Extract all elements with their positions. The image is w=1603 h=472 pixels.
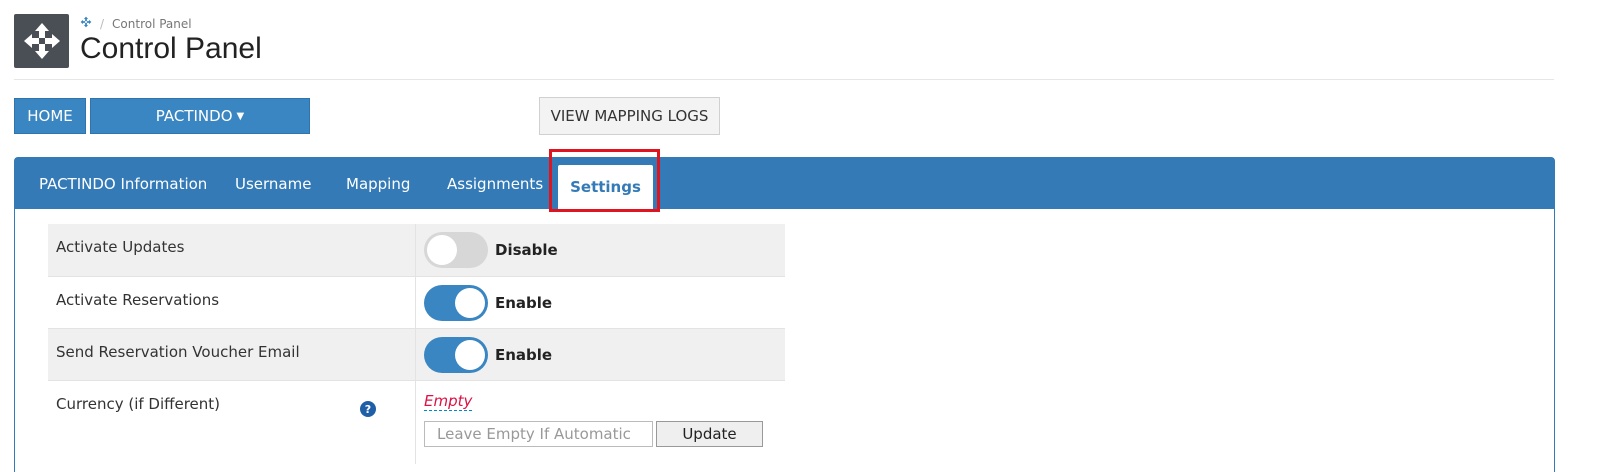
tab-pactindo-information[interactable]: PACTINDO Information: [39, 158, 207, 209]
move-arrows-icon[interactable]: [80, 16, 92, 31]
table-row: Currency (if Different) ? Empty Update: [48, 380, 785, 464]
breadcrumb-separator: /: [100, 16, 105, 31]
toggle-state-label: Enable: [495, 346, 553, 364]
setting-value: Empty Update: [416, 381, 785, 464]
breadcrumb: / Control Panel: [80, 16, 192, 31]
tab-username[interactable]: Username: [235, 158, 311, 209]
setting-label: Currency (if Different) ?: [48, 381, 416, 464]
pactindo-label: PACTINDO: [155, 107, 233, 125]
send-voucher-email-toggle[interactable]: [424, 337, 488, 373]
table-row: Activate Reservations Enable: [48, 276, 785, 328]
table-row: Activate Updates Disable: [48, 224, 785, 276]
settings-table: Activate Updates Disable Activate Reserv…: [48, 224, 785, 464]
pactindo-dropdown-button[interactable]: PACTINDO ▼: [90, 98, 310, 134]
tab-mapping[interactable]: Mapping: [346, 158, 410, 209]
currency-label: Currency (if Different): [56, 395, 221, 413]
currency-input[interactable]: [424, 421, 653, 447]
setting-label: Activate Reservations: [48, 277, 416, 328]
home-button[interactable]: HOME: [14, 98, 86, 134]
setting-value: Enable: [416, 329, 785, 380]
help-icon[interactable]: ?: [360, 401, 376, 417]
activate-reservations-toggle[interactable]: [424, 285, 488, 321]
tab-assignments[interactable]: Assignments: [447, 158, 543, 209]
toggle-state-label: Enable: [495, 294, 553, 312]
toggle-state-label: Disable: [495, 241, 558, 259]
move-arrows-icon: [14, 14, 69, 68]
setting-value: Enable: [416, 277, 785, 328]
update-button[interactable]: Update: [656, 421, 763, 447]
setting-label: Send Reservation Voucher Email: [48, 329, 416, 380]
setting-value: Disable: [416, 224, 785, 276]
breadcrumb-current: Control Panel: [112, 16, 192, 31]
view-mapping-logs-button[interactable]: VIEW MAPPING LOGS: [539, 97, 720, 135]
tab-settings[interactable]: Settings: [558, 165, 653, 209]
activate-updates-toggle[interactable]: [424, 232, 488, 268]
currency-empty-link[interactable]: Empty: [424, 392, 473, 411]
setting-label: Activate Updates: [48, 224, 416, 276]
table-row: Send Reservation Voucher Email Enable: [48, 328, 785, 380]
toggle-knob: [455, 288, 485, 318]
page-title: Control Panel: [80, 32, 262, 65]
caret-down-icon: ▼: [236, 110, 245, 122]
toggle-knob: [427, 235, 457, 265]
tab-bar: PACTINDO Information Username Mapping As…: [15, 158, 1554, 209]
toggle-knob: [455, 340, 485, 370]
page-header: / Control Panel Control Panel: [14, 14, 1554, 80]
